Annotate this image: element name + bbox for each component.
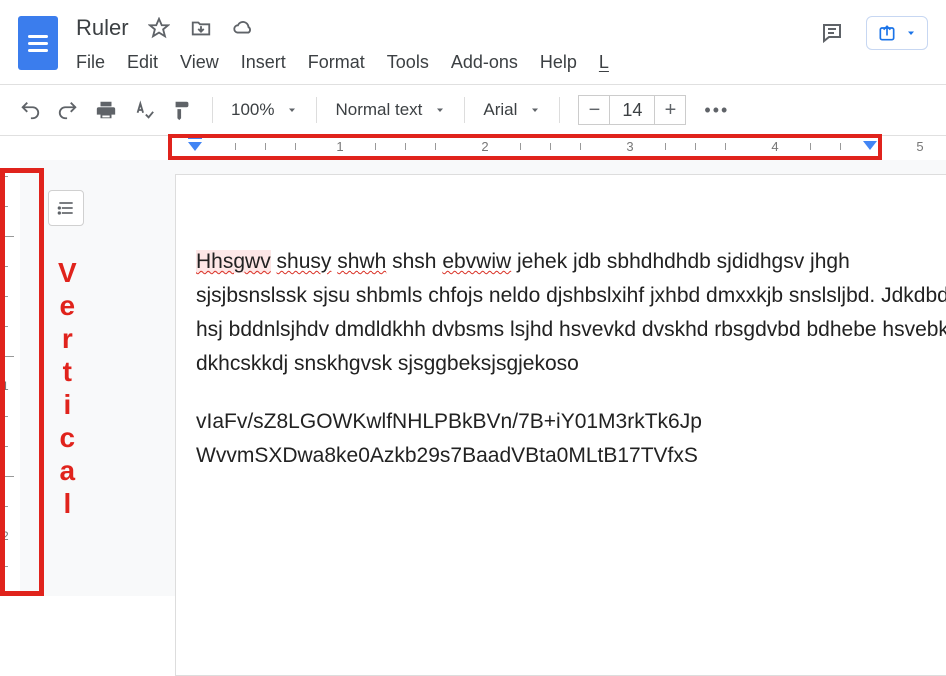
share-button[interactable] (866, 16, 928, 50)
menu-edit[interactable]: Edit (127, 52, 158, 73)
font-value: Arial (483, 100, 517, 120)
font-family-select[interactable]: Arial (483, 100, 541, 120)
menu-insert[interactable]: Insert (241, 52, 286, 73)
toolbar: 100% Normal text Arial − 14 + ••• (0, 84, 946, 136)
font-size-value[interactable]: 14 (610, 95, 654, 125)
vruler-number: 1 (2, 379, 9, 393)
hruler-number: 5 (916, 139, 923, 154)
zoom-select[interactable]: 100% (231, 100, 298, 120)
document-body[interactable]: Hhsgwv shusy shwh shsh ebvwiw jehek jdb … (196, 245, 946, 473)
document-page[interactable]: Hhsgwv shusy shwh shsh ebvwiw jehek jdb … (175, 174, 946, 676)
font-size-increase[interactable]: + (654, 95, 686, 125)
move-folder-icon[interactable] (189, 16, 213, 40)
paragraph: vIaFv/sZ8LGOWKwlfNHLPBkBVn/7B+iY01M3rkTk… (196, 405, 946, 473)
workspace: 1 2 1 2 3 (0, 136, 946, 596)
vertical-ruler[interactable]: 1 2 (0, 136, 20, 596)
zoom-value: 100% (231, 100, 274, 120)
left-indent-marker[interactable] (188, 142, 202, 151)
hruler-number: 3 (626, 139, 633, 154)
paragraph: Hhsgwv shusy shwh shsh ebvwiw jehek jdb … (196, 245, 946, 381)
first-line-indent-marker[interactable] (188, 134, 202, 139)
docs-logo-icon[interactable] (18, 16, 58, 70)
style-value: Normal text (335, 100, 422, 120)
hruler-number: 2 (481, 139, 488, 154)
menu-format[interactable]: Format (308, 52, 365, 73)
menu-last-edit[interactable]: L (599, 52, 609, 73)
menu-addons[interactable]: Add-ons (451, 52, 518, 73)
menu-bar: File Edit View Insert Format Tools Add-o… (76, 52, 820, 73)
chevron-down-icon (286, 104, 298, 116)
paint-format-button[interactable] (170, 98, 194, 122)
hruler-number: 4 (771, 139, 778, 154)
font-size-stepper: − 14 + (578, 95, 686, 125)
document-title[interactable]: Ruler (76, 15, 129, 41)
toolbar-more-button[interactable]: ••• (700, 100, 729, 121)
horizontal-ruler[interactable]: 1 2 3 4 5 (20, 136, 946, 160)
title-bar: Ruler File Edit View Insert Format Tools… (0, 0, 946, 84)
comments-icon[interactable] (820, 21, 844, 45)
redo-button[interactable] (56, 98, 80, 122)
text-selection: Hhsgwv (196, 250, 271, 273)
star-icon[interactable] (147, 16, 171, 40)
menu-tools[interactable]: Tools (387, 52, 429, 73)
chevron-down-icon (905, 27, 917, 39)
paragraph-style-select[interactable]: Normal text (335, 100, 446, 120)
undo-button[interactable] (18, 98, 42, 122)
document-outline-button[interactable] (48, 190, 84, 226)
annotation-vertical-ruler-label: V e r t i c a l (58, 256, 77, 520)
right-indent-marker[interactable] (863, 141, 877, 150)
title-area: Ruler File Edit View Insert Format Tools… (76, 10, 820, 73)
menu-help[interactable]: Help (540, 52, 577, 73)
cloud-status-icon[interactable] (231, 16, 255, 40)
spellcheck-button[interactable] (132, 98, 156, 122)
chevron-down-icon (529, 104, 541, 116)
menu-view[interactable]: View (180, 52, 219, 73)
font-size-decrease[interactable]: − (578, 95, 610, 125)
vruler-number: 2 (2, 529, 9, 543)
chevron-down-icon (434, 104, 446, 116)
menu-file[interactable]: File (76, 52, 105, 73)
print-button[interactable] (94, 98, 118, 122)
hruler-number: 1 (336, 139, 343, 154)
